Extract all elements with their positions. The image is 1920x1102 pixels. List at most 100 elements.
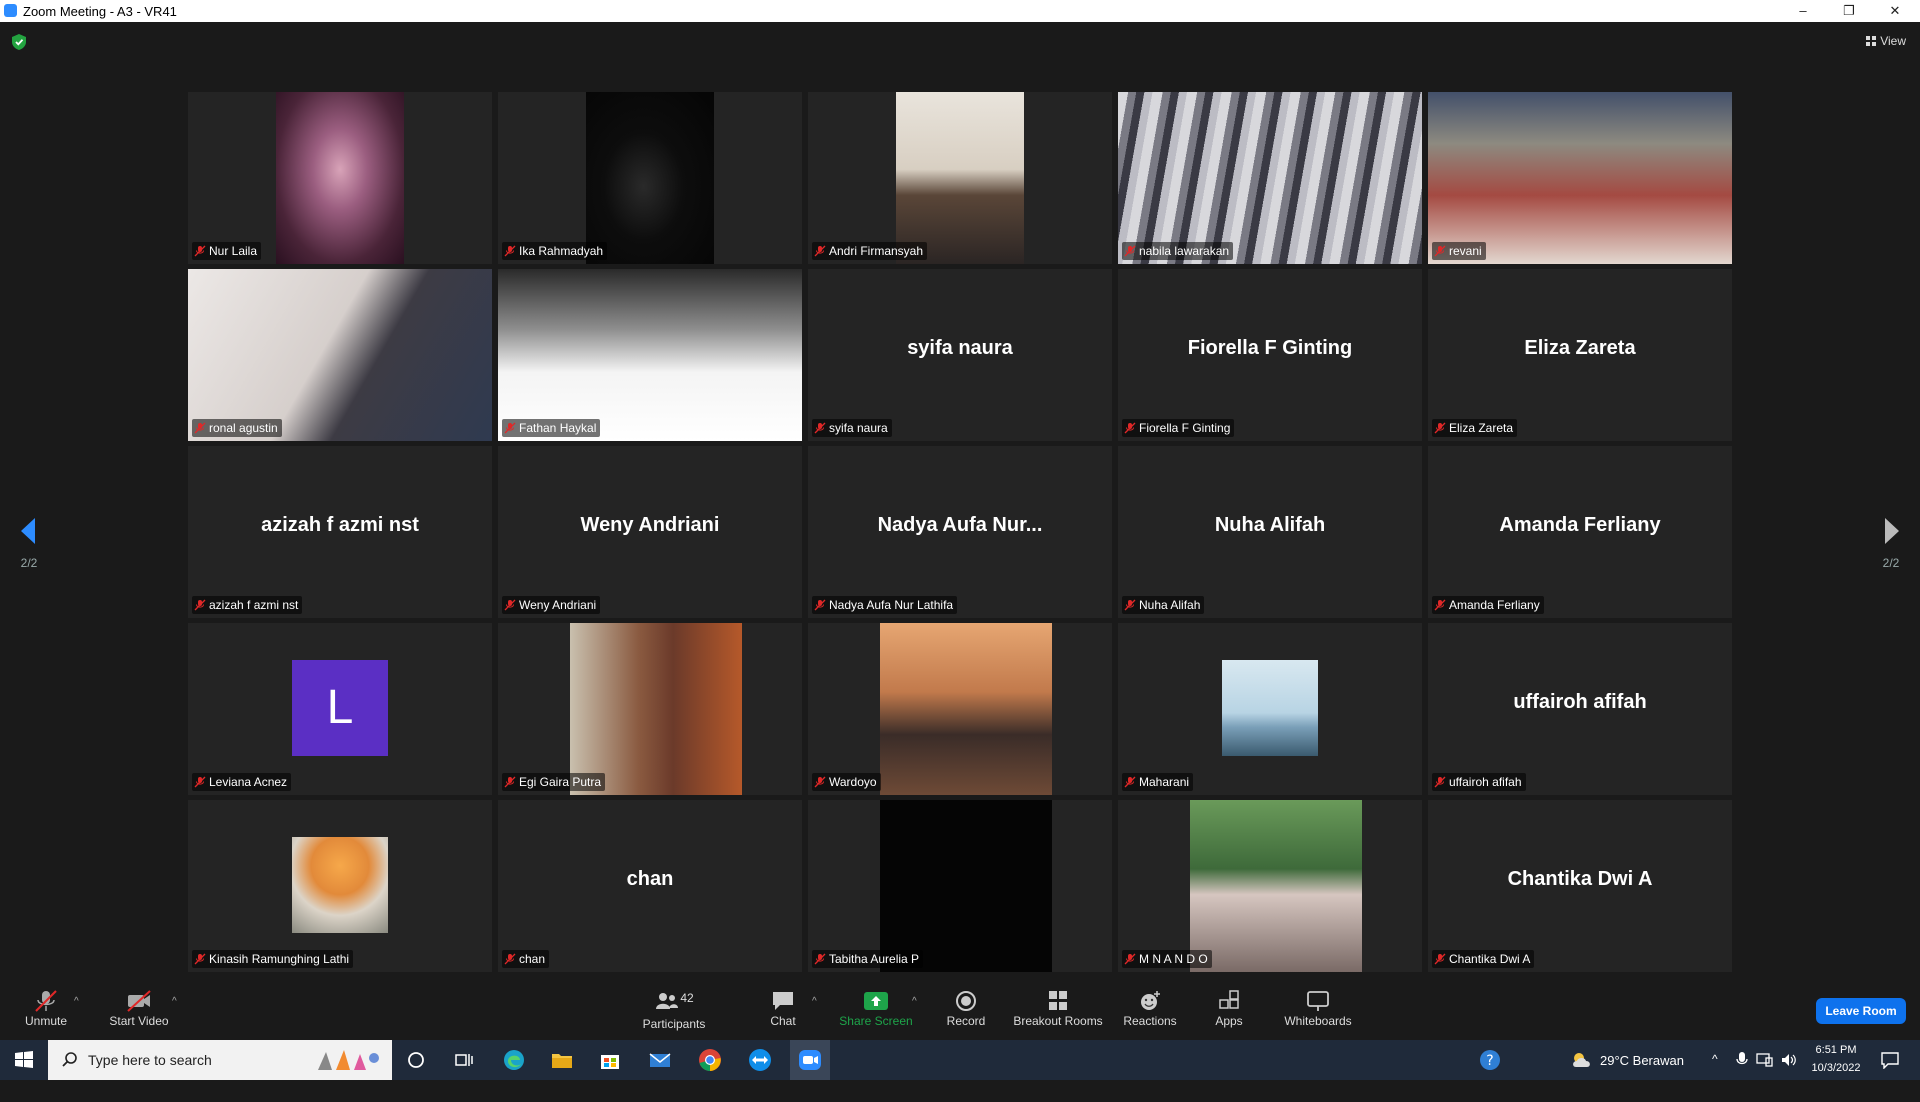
participant-profile-picture — [1190, 800, 1362, 972]
microsoft-store-icon[interactable] — [596, 1046, 624, 1074]
participant-name: Tabitha Aurelia P — [829, 952, 920, 966]
participant-tile[interactable]: Egi Gaira Putra — [498, 623, 802, 795]
previous-page-arrow-icon[interactable] — [18, 516, 38, 546]
participant-tile[interactable]: Amanda Ferliany Amanda Ferliany — [1428, 446, 1732, 618]
breakout-rooms-button[interactable]: Breakout Rooms — [1012, 982, 1104, 1040]
participant-tile[interactable]: chan chan — [498, 800, 802, 972]
participant-display-name: Fiorella F Ginting — [1187, 337, 1353, 359]
participant-display-name: Chantika Dwi A — [1507, 868, 1653, 890]
muted-microphone-icon — [1124, 421, 1139, 435]
participant-tile[interactable]: Nuha Alifah Nuha Alifah — [1118, 446, 1422, 618]
file-explorer-icon[interactable] — [548, 1046, 576, 1074]
participant-profile-picture — [880, 623, 1052, 795]
participant-name: Eliza Zareta — [1449, 421, 1514, 435]
mail-icon[interactable] — [646, 1046, 674, 1074]
muted-microphone-icon — [1124, 952, 1139, 966]
next-page-arrow-icon[interactable] — [1882, 516, 1902, 546]
apps-button[interactable]: Apps — [1206, 982, 1252, 1040]
chat-label: Chat — [770, 1014, 796, 1028]
participant-avatar: L — [292, 660, 388, 756]
participant-tile[interactable]: Weny Andriani Weny Andriani — [498, 446, 802, 618]
muted-microphone-icon — [814, 598, 829, 612]
participant-name: Ika Rahmadyah — [519, 244, 604, 258]
participant-tile[interactable]: Chantika Dwi A Chantika Dwi A — [1428, 800, 1732, 972]
participant-name-label: Fathan Haykal — [502, 419, 601, 437]
participant-tile[interactable]: Andri Firmansyah — [808, 92, 1112, 264]
leave-room-button[interactable]: Leave Room — [1816, 998, 1906, 1024]
participant-name: Maharani — [1139, 775, 1190, 789]
participant-tile[interactable]: Kinasih Ramunghing Lathi — [188, 800, 492, 972]
network-icon[interactable] — [1756, 1052, 1774, 1068]
reactions-button[interactable]: Reactions — [1120, 982, 1180, 1040]
participant-tile[interactable]: Eliza Zareta Eliza Zareta — [1428, 269, 1732, 441]
unmute-button[interactable]: Unmute — [18, 982, 74, 1040]
participant-tile[interactable]: Fiorella F Ginting Fiorella F Ginting — [1118, 269, 1422, 441]
video-options-caret-icon[interactable]: ^ — [172, 996, 177, 1007]
participant-tile[interactable]: Nur Laila — [188, 92, 492, 264]
teamviewer-icon[interactable] — [746, 1046, 774, 1074]
participant-tile[interactable]: revani — [1428, 92, 1732, 264]
search-highlight-illustration — [318, 1050, 379, 1070]
minimize-button[interactable]: – — [1780, 0, 1826, 22]
participant-tile[interactable]: Nadya Aufa Nur... Nadya Aufa Nur Lathifa — [808, 446, 1112, 618]
participant-video — [188, 269, 492, 441]
participant-tile[interactable]: L Leviana Acnez — [188, 623, 492, 795]
clock-date[interactable]: 10/3/2022 — [1808, 1062, 1864, 1102]
task-view-cortana-icon[interactable] — [402, 1046, 430, 1074]
close-button[interactable]: ✕ — [1872, 0, 1918, 22]
participant-tile[interactable]: ronal agustin — [188, 269, 492, 441]
participant-tile[interactable]: syifa naura syifa naura — [808, 269, 1112, 441]
volume-icon[interactable] — [1780, 1052, 1798, 1068]
view-button[interactable]: View — [1866, 34, 1906, 48]
tray-overflow-icon[interactable]: ^ — [1712, 1052, 1718, 1092]
participant-video — [276, 92, 404, 264]
participant-tile[interactable]: Wardoyo — [808, 623, 1112, 795]
share-screen-button[interactable]: Share Screen — [836, 982, 916, 1040]
participant-name: uffairoh afifah — [1449, 775, 1522, 789]
notification-center-icon[interactable] — [1880, 1051, 1900, 1069]
participant-tile[interactable]: azizah f azmi nst azizah f azmi nst — [188, 446, 492, 618]
start-video-button[interactable]: Start Video — [104, 982, 174, 1040]
participant-display-name: Nadya Aufa Nur... — [877, 514, 1043, 536]
whiteboards-button[interactable]: Whiteboards — [1280, 982, 1356, 1040]
help-icon[interactable]: ? — [1476, 1046, 1504, 1074]
participant-name-label: Fiorella F Ginting — [1122, 419, 1235, 437]
zoom-taskbar-item[interactable] — [790, 1040, 830, 1080]
search-icon — [62, 1052, 77, 1067]
share-options-caret-icon[interactable]: ^ — [912, 996, 917, 1007]
muted-microphone-icon — [1124, 775, 1139, 789]
breakout-rooms-label: Breakout Rooms — [1013, 1014, 1103, 1028]
weather-cloud-icon — [1573, 1053, 1590, 1067]
participant-name: Amanda Ferliany — [1449, 598, 1540, 612]
chat-button[interactable]: Chat — [758, 982, 808, 1040]
participant-profile-picture — [880, 800, 1052, 972]
muted-microphone-icon — [1124, 598, 1139, 612]
weather-text[interactable]: 29°C Berawan — [1600, 1053, 1684, 1093]
participant-name-label: ronal agustin — [192, 419, 282, 437]
participant-tile[interactable]: Fathan Haykal — [498, 269, 802, 441]
chat-options-caret-icon[interactable]: ^ — [812, 996, 817, 1007]
taskbar-search-box[interactable]: Type here to search — [48, 1040, 392, 1080]
participant-tile[interactable]: Tabitha Aurelia P — [808, 800, 1112, 972]
microphone-tray-icon[interactable] — [1736, 1051, 1748, 1069]
participant-tile[interactable]: M N A N D O — [1118, 800, 1422, 972]
security-shield-icon[interactable] — [12, 34, 26, 50]
participant-tile[interactable]: uffairoh afifah uffairoh afifah — [1428, 623, 1732, 795]
participant-tile[interactable]: Maharani — [1118, 623, 1422, 795]
chrome-icon[interactable] — [696, 1046, 724, 1074]
participant-name-label: Eliza Zareta — [1432, 419, 1518, 437]
participant-tile[interactable]: nabila lawarakan — [1118, 92, 1422, 264]
maximize-button[interactable]: ❐ — [1826, 0, 1872, 22]
participant-display-name: syifa naura — [907, 337, 1013, 359]
participant-tile[interactable]: Ika Rahmadyah — [498, 92, 802, 264]
audio-options-caret-icon[interactable]: ^ — [74, 996, 79, 1007]
video-off-icon — [127, 990, 151, 1012]
participant-name: Nuha Alifah — [1139, 598, 1201, 612]
participants-button[interactable]: 42 Participants — [636, 982, 712, 1040]
record-button[interactable]: Record — [940, 982, 992, 1040]
share-screen-icon — [864, 992, 888, 1010]
windows-start-icon[interactable] — [10, 1046, 38, 1074]
task-view-icon[interactable] — [450, 1046, 478, 1074]
participant-name-label: Nuha Alifah — [1122, 596, 1205, 614]
edge-browser-icon[interactable] — [500, 1046, 528, 1074]
